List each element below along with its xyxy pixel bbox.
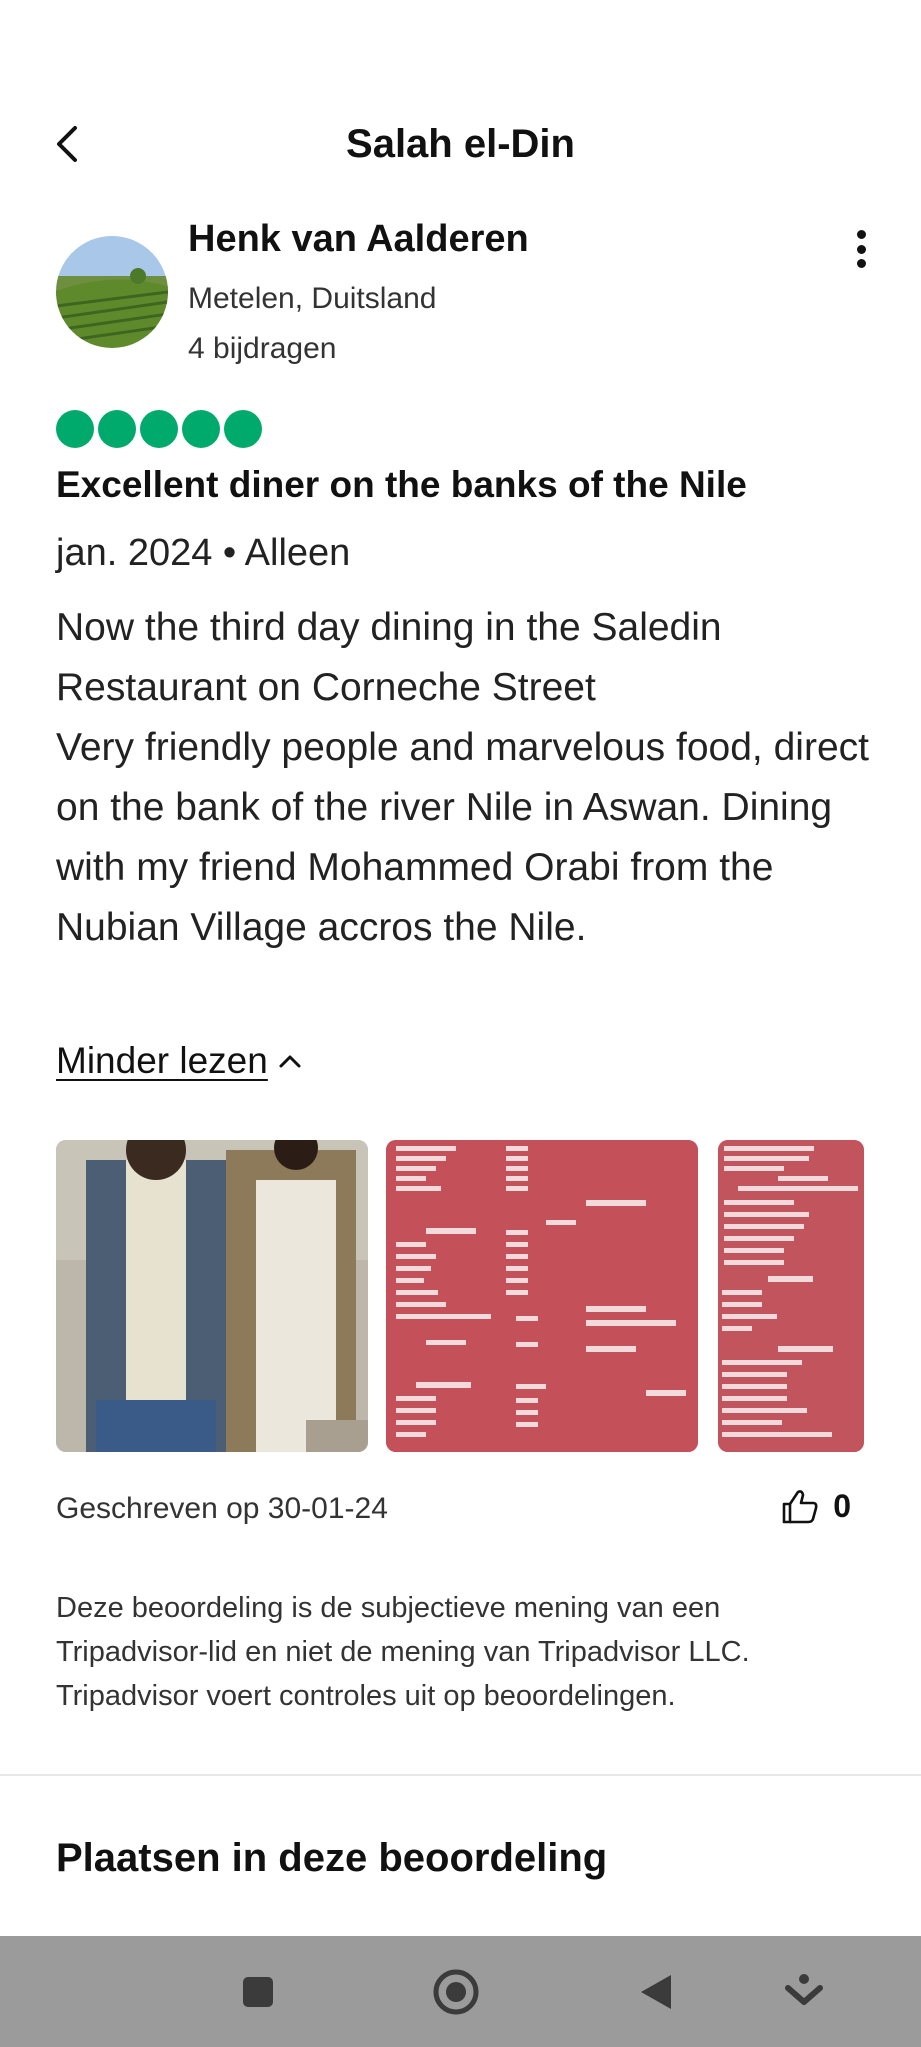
top-bar: Salah el-Din — [0, 108, 921, 184]
reviewer-card: Henk van Aalderen Metelen, Duitsland 4 b… — [56, 212, 876, 365]
review-photo[interactable] — [386, 1140, 698, 1452]
reviewer-contributions: 4 bijdragen — [188, 332, 337, 365]
home-circle-icon — [433, 1969, 479, 2015]
rating-bubble — [182, 410, 220, 448]
photo-strip[interactable] — [56, 1140, 921, 1452]
review-body-line: Very friendly people and marvelous food,… — [56, 726, 869, 949]
back-nav-button[interactable] — [628, 1964, 684, 2020]
assistant-button[interactable] — [776, 1964, 832, 2020]
home-button[interactable] — [428, 1964, 484, 2020]
review-body-line: Now the third day dining in the Saledin … — [56, 606, 722, 709]
more-vert-icon — [856, 230, 866, 239]
chevron-up-icon — [279, 1055, 301, 1068]
helpful-vote-button[interactable]: 0 — [781, 1488, 851, 1525]
read-less-label: Minder lezen — [56, 1040, 268, 1081]
rating-bubble — [56, 410, 94, 448]
read-less-button[interactable]: Minder lezen — [56, 1040, 302, 1082]
recents-button[interactable] — [230, 1964, 286, 2020]
review-photo[interactable] — [56, 1140, 368, 1452]
review-photo[interactable] — [718, 1140, 864, 1452]
square-icon — [243, 1977, 273, 2007]
accessibility-icon — [785, 1974, 823, 2005]
more-options-button[interactable] — [846, 224, 876, 274]
rating-bubble — [98, 410, 136, 448]
system-nav-bar — [0, 1936, 921, 2047]
places-section-title: Plaatsen in deze beoordeling — [56, 1836, 608, 1880]
triangle-back-icon — [641, 1975, 671, 2009]
reviewer-name[interactable]: Henk van Aalderen — [188, 218, 529, 261]
thumbs-up-icon — [782, 1489, 818, 1523]
rating-bubble — [224, 410, 262, 448]
rating-bubbles — [56, 410, 262, 448]
divider — [0, 1774, 921, 1776]
disclaimer-text: Deze beoordeling is de subjectieve menin… — [56, 1592, 750, 1712]
review-body: Now the third day dining in the Saledin … — [56, 598, 876, 958]
rating-bubble — [140, 410, 178, 448]
review-title: Excellent diner on the banks of the Nile — [56, 464, 747, 505]
review-meta: jan. 2024 • Alleen — [56, 532, 351, 574]
written-date: Geschreven op 30-01-24 — [56, 1492, 388, 1525]
page-title: Salah el-Din — [346, 122, 575, 166]
helpful-count: 0 — [833, 1488, 851, 1524]
reviewer-location: Metelen, Duitsland — [188, 282, 437, 315]
avatar[interactable] — [56, 236, 168, 348]
